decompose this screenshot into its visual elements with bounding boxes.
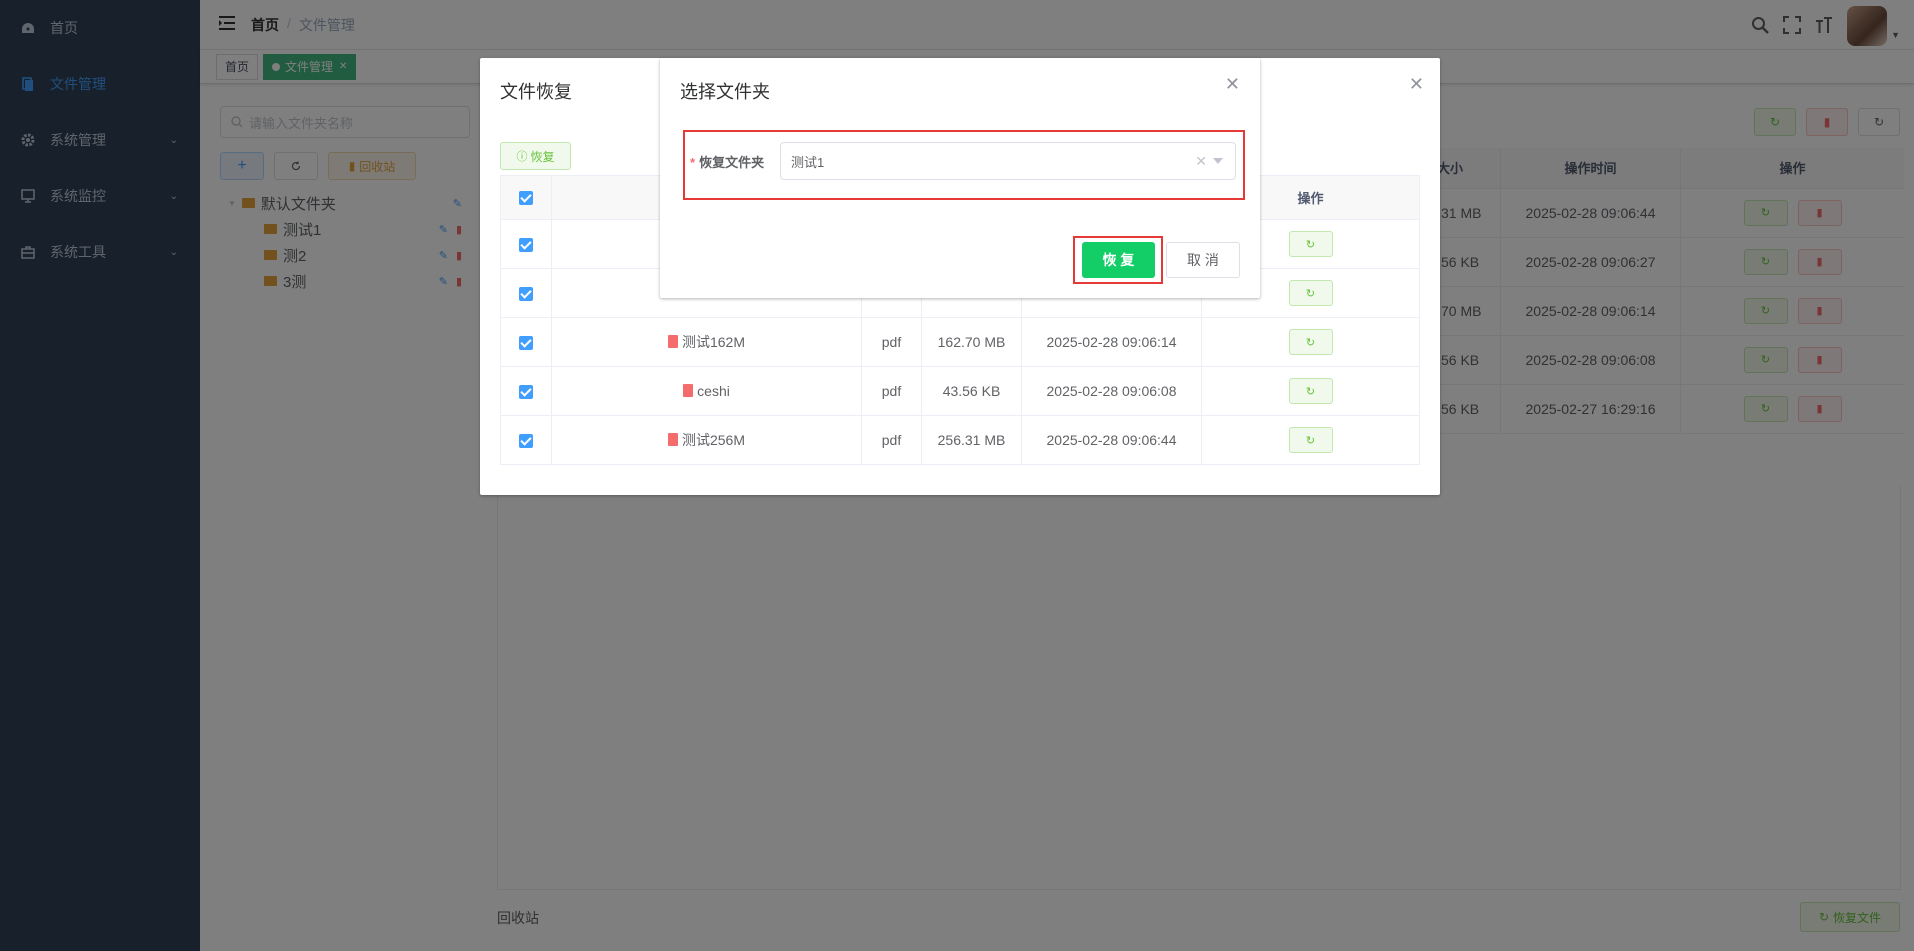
cell-size: 162.70 MB: [921, 317, 1022, 367]
row-checkbox[interactable]: [500, 366, 552, 416]
cell-name: ceshi: [551, 366, 862, 416]
pdf-file-icon: [667, 433, 678, 446]
row-checkbox[interactable]: [500, 415, 552, 465]
field-label: 恢复文件夹: [699, 155, 765, 170]
cancel-button[interactable]: 取 消: [1166, 242, 1240, 278]
row-checkbox[interactable]: [500, 268, 552, 318]
cell-actions: ↻: [1201, 366, 1420, 416]
chevron-down-icon[interactable]: [1213, 158, 1223, 164]
row-checkbox[interactable]: [500, 219, 552, 269]
close-icon[interactable]: ✕: [1225, 74, 1240, 95]
confirm-restore-button[interactable]: 恢 复: [1082, 242, 1155, 278]
clear-icon[interactable]: ✕: [1195, 153, 1207, 170]
file-name: ceshi: [697, 383, 730, 399]
cell-type: pdf: [861, 415, 922, 465]
file-name: 测试256M: [681, 432, 746, 448]
restore-selected-button[interactable]: ⓘ 恢复: [500, 142, 571, 170]
cell-name: 测试162M: [551, 317, 862, 367]
select-folder-dialog: 选择文件夹 ✕ * 恢复文件夹 测试1 ✕ 恢 复 取 消: [660, 58, 1260, 298]
cell-type: pdf: [861, 317, 922, 367]
dialog-title: 文件恢复: [500, 82, 572, 102]
cell-size: 256.31 MB: [921, 415, 1022, 465]
pdf-file-icon: [667, 335, 678, 348]
restore-folder-select[interactable]: 测试1 ✕: [780, 142, 1236, 180]
info-icon: ⓘ: [516, 151, 528, 163]
row-checkbox[interactable]: [500, 317, 552, 367]
cell-time: 2025-02-28 09:06:14: [1021, 317, 1202, 367]
cell-actions: ↻: [1201, 317, 1420, 367]
table-row: ceshi pdf 43.56 KB 2025-02-28 09:06:08 ↻: [500, 366, 1420, 416]
pdf-file-icon: [683, 384, 694, 397]
restore-button[interactable]: ↻: [1288, 280, 1333, 306]
cell-time: 2025-02-28 09:06:44: [1021, 415, 1202, 465]
restore-label: 恢复: [530, 149, 555, 164]
restore-button[interactable]: ↻: [1288, 378, 1333, 404]
table-row: 测试256M pdf 256.31 MB 2025-02-28 09:06:44…: [500, 415, 1420, 465]
cell-size: 43.56 KB: [921, 366, 1022, 416]
file-name: 测试162M: [681, 334, 746, 350]
restore-button[interactable]: ↻: [1288, 329, 1333, 355]
cell-name: 测试256M: [551, 415, 862, 465]
selected-value: 测试1: [791, 154, 825, 170]
restore-button[interactable]: ↻: [1288, 231, 1333, 257]
cell-time: 2025-02-28 09:06:08: [1021, 366, 1202, 416]
close-icon[interactable]: ✕: [1409, 74, 1424, 95]
table-row: 测试162M pdf 162.70 MB 2025-02-28 09:06:14…: [500, 317, 1420, 367]
restore-button[interactable]: ↻: [1288, 427, 1333, 453]
required-mark: *: [690, 155, 696, 170]
cell-actions: ↻: [1201, 415, 1420, 465]
select-all-checkbox[interactable]: [500, 175, 552, 220]
dialog-title: 选择文件夹: [680, 82, 770, 102]
restore-folder-label: * 恢复文件夹: [690, 152, 764, 171]
cell-type: pdf: [861, 366, 922, 416]
